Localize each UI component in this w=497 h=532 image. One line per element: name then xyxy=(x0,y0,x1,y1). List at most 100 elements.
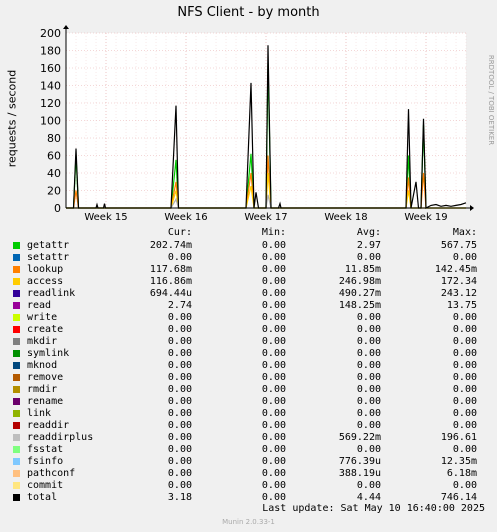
legend-cur: 0.00 xyxy=(167,396,192,407)
legend-cur: 2.74 xyxy=(167,300,192,311)
legend-cur: 0.00 xyxy=(167,348,192,359)
legend-min: 0.00 xyxy=(261,444,286,455)
header-avg: Avg: xyxy=(356,227,381,238)
legend-name: getattr xyxy=(27,240,70,251)
legend-swatch xyxy=(13,326,20,333)
legend-avg: 0.00 xyxy=(356,420,381,431)
legend-max: 0.00 xyxy=(452,360,477,371)
y-axis-arrow xyxy=(63,25,69,29)
legend-cur: 0.00 xyxy=(167,336,192,347)
legend-avg: 0.00 xyxy=(356,252,381,263)
x-tick-label: Week 19 xyxy=(404,212,447,223)
legend-max: 196.61 xyxy=(440,432,477,443)
legend-cur: 0.00 xyxy=(167,360,192,371)
y-tick-label: 40 xyxy=(47,167,61,180)
legend-cur: 0.00 xyxy=(167,444,192,455)
plot-area: 0 20 40 60 80 100 120 140 160 180 200 Week 15 Week 1… xyxy=(40,25,474,223)
legend-name: rename xyxy=(27,396,64,407)
legend-min: 0.00 xyxy=(261,420,286,431)
legend-name: create xyxy=(27,324,64,335)
legend-row: access 116.86m 0.00 246.98m 172.34 xyxy=(10,276,486,288)
legend-swatch xyxy=(13,458,20,465)
legend-avg: 0.00 xyxy=(356,336,381,347)
legend-name: lookup xyxy=(27,264,64,275)
legend-swatch xyxy=(13,302,20,309)
legend-max: 0.00 xyxy=(452,312,477,323)
legend-row: rename 0.00 0.00 0.00 0.00 xyxy=(10,396,486,408)
legend-row: lookup 117.68m 0.00 11.85m 142.45m xyxy=(10,264,486,276)
legend-avg: 776.39u xyxy=(338,456,381,467)
legend-cur: 116.86m xyxy=(149,276,192,287)
legend-max: 0.00 xyxy=(452,408,477,419)
legend-row: mknod 0.00 0.00 0.00 0.00 xyxy=(10,360,486,372)
y-tick-label: 20 xyxy=(47,185,61,198)
last-update: Last update: Sat May 10 16:40:00 2025 xyxy=(262,503,485,514)
legend-cur: 202.74m xyxy=(149,240,192,251)
legend-row: readdirplus 0.00 0.00 569.22m 196.61 xyxy=(10,432,486,444)
legend-cur: 0.00 xyxy=(167,252,192,263)
munin-graph: NFS Client - by month requests / second … xyxy=(0,0,497,532)
legend-swatch xyxy=(13,494,20,501)
legend-swatch xyxy=(13,410,20,417)
legend-row: link 0.00 0.00 0.00 0.00 xyxy=(10,408,486,420)
legend-name: symlink xyxy=(27,348,70,359)
legend-cur: 117.68m xyxy=(149,264,192,275)
legend-swatch xyxy=(13,350,20,357)
legend-row: commit 0.00 0.00 0.00 0.00 xyxy=(10,480,486,492)
legend-swatch xyxy=(13,266,20,273)
legend-name: readdirplus xyxy=(27,432,94,443)
y-tick-label: 160 xyxy=(40,62,61,75)
legend-avg: 0.00 xyxy=(356,372,381,383)
legend-avg: 0.00 xyxy=(356,384,381,395)
legend-min: 0.00 xyxy=(261,432,286,443)
y-tick-label: 180 xyxy=(40,45,61,58)
legend-row: fsinfo 0.00 0.00 776.39u 12.35m xyxy=(10,456,486,468)
legend-swatch xyxy=(13,278,20,285)
legend-max: 0.00 xyxy=(452,480,477,491)
legend-row: getattr 202.74m 0.00 2.97 567.75 xyxy=(10,240,486,252)
legend-row: mkdir 0.00 0.00 0.00 0.00 xyxy=(10,336,486,348)
legend-swatch xyxy=(13,434,20,441)
legend-avg: 0.00 xyxy=(356,312,381,323)
legend-name: mkdir xyxy=(27,336,58,347)
legend-avg: 0.00 xyxy=(356,360,381,371)
legend-cur: 0.00 xyxy=(167,432,192,443)
legend-avg: 0.00 xyxy=(356,480,381,491)
legend-name: read xyxy=(27,300,52,311)
x-tick-label: Week 16 xyxy=(164,212,207,223)
legend-name: setattr xyxy=(27,252,70,263)
legend-name: commit xyxy=(27,480,64,491)
legend-swatch xyxy=(13,374,20,381)
legend-min: 0.00 xyxy=(261,348,286,359)
legend-min: 0.00 xyxy=(261,324,286,335)
legend-avg: 490.27m xyxy=(338,288,381,299)
legend-cur: 3.18 xyxy=(167,492,192,503)
legend-swatch xyxy=(13,314,20,321)
munin-version: Munin 2.0.33-1 xyxy=(222,518,275,526)
legend-min: 0.00 xyxy=(261,240,286,251)
legend-min: 0.00 xyxy=(261,384,286,395)
legend-max: 0.00 xyxy=(452,444,477,455)
legend-min: 0.00 xyxy=(261,468,286,479)
legend-row: read 2.74 0.00 148.25m 13.75 xyxy=(10,300,486,312)
legend-row: readdir 0.00 0.00 0.00 0.00 xyxy=(10,420,486,432)
legend-swatch xyxy=(13,242,20,249)
y-tick-label: 140 xyxy=(40,80,61,93)
legend-max: 172.34 xyxy=(440,276,477,287)
y-tick-label: 200 xyxy=(40,27,61,40)
legend-min: 0.00 xyxy=(261,336,286,347)
legend-max: 0.00 xyxy=(452,420,477,431)
legend-min: 0.00 xyxy=(261,396,286,407)
legend-cur: 0.00 xyxy=(167,384,192,395)
legend-table: Cur: Min: Avg: Max: getattr 202.74m 0.00 2.… xyxy=(10,227,486,504)
legend-avg: 11.85m xyxy=(344,264,381,275)
legend-cur: 0.00 xyxy=(167,456,192,467)
legend-row: pathconf 0.00 0.00 388.19u 6.18m xyxy=(10,468,486,480)
legend-max: 142.45m xyxy=(434,264,477,275)
legend-min: 0.00 xyxy=(261,480,286,491)
header-min: Min: xyxy=(261,227,286,238)
legend-max: 13.75 xyxy=(446,300,477,311)
x-tick-label: Week 15 xyxy=(84,212,127,223)
legend-cur: 0.00 xyxy=(167,372,192,383)
legend-row: symlink 0.00 0.00 0.00 0.00 xyxy=(10,348,486,360)
